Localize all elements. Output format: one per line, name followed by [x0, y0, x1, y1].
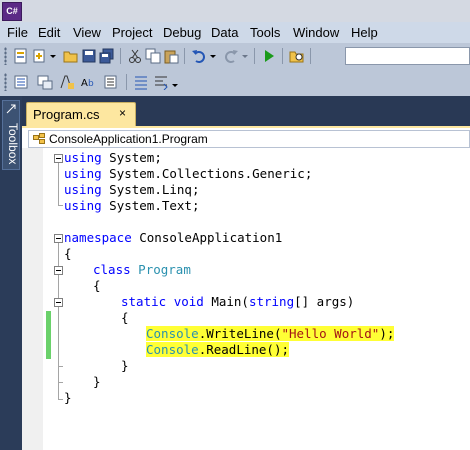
code-line: static void Main(string[] args) — [121, 294, 355, 309]
tab-program-cs[interactable]: Program.cs × — [26, 102, 136, 126]
toolbox-strip: Toolbox — [0, 96, 22, 450]
undo-dropdown-icon[interactable] — [208, 47, 218, 65]
code-line: class Program — [93, 262, 191, 277]
code-line: using System.Collections.Generic; — [64, 166, 313, 181]
save-all-icon[interactable] — [98, 47, 116, 65]
display-object-member-list-icon[interactable] — [12, 73, 30, 91]
collapse-icon[interactable] — [54, 234, 63, 243]
tab-label: Program.cs — [33, 107, 100, 122]
svg-text:b: b — [88, 79, 94, 89]
code-line: Console.WriteLine("Hello World"); — [146, 326, 395, 341]
toolbar-grip[interactable] — [4, 73, 7, 91]
toolbar-separator — [282, 48, 283, 64]
toolbar-separator — [254, 48, 255, 64]
outline-end — [58, 399, 63, 400]
menu-view[interactable]: View — [73, 25, 101, 40]
solution-configuration-combo[interactable] — [345, 47, 470, 65]
redo-icon[interactable] — [222, 47, 240, 65]
collapse-icon[interactable] — [54, 154, 63, 163]
code-line: { — [121, 310, 129, 325]
menu-help[interactable]: Help — [351, 25, 378, 40]
code-line: } — [121, 358, 129, 373]
toolbar-separator — [184, 48, 185, 64]
outline-line — [58, 163, 59, 205]
code-editor[interactable]: ConsoleApplication1.Program using System… — [22, 126, 470, 450]
menu-file[interactable]: File — [7, 25, 28, 40]
display-word-completion-icon[interactable] — [102, 73, 120, 91]
toolbox-label: Toolbox — [6, 123, 20, 165]
toolbar-separator — [126, 74, 127, 90]
standard-toolbar — [0, 43, 470, 69]
code-line: } — [64, 390, 72, 405]
types-combo-value: ConsoleApplication1.Program — [49, 132, 208, 146]
start-debug-icon[interactable] — [260, 47, 278, 65]
code-line: using System.Text; — [64, 198, 200, 213]
toolbar-separator — [120, 48, 121, 64]
svg-text:A: A — [81, 78, 88, 89]
class-icon — [33, 133, 45, 144]
code-line: } — [93, 374, 101, 389]
quick-info-icon[interactable] — [58, 73, 76, 91]
code-line: namespace ConsoleApplication1 — [64, 230, 283, 245]
menu-bar: File Edit View Project Debug Data Tools … — [0, 22, 470, 43]
paste-icon[interactable] — [162, 47, 180, 65]
uncomment-lines-icon[interactable] — [152, 73, 170, 91]
collapse-icon[interactable] — [54, 298, 63, 307]
menu-data[interactable]: Data — [211, 25, 238, 40]
outline-end — [58, 205, 63, 206]
toolbar-grip[interactable] — [4, 47, 7, 65]
menu-window[interactable]: Window — [293, 25, 339, 40]
indicator-margin[interactable] — [22, 148, 43, 450]
save-icon[interactable] — [80, 47, 98, 65]
menu-project[interactable]: Project — [112, 25, 152, 40]
code-line: { — [93, 278, 101, 293]
menu-debug[interactable]: Debug — [163, 25, 201, 40]
new-project-icon[interactable] — [12, 47, 30, 65]
text-editor-toolbar: Ab — [0, 69, 470, 96]
comment-lines-icon[interactable] — [132, 73, 150, 91]
parameter-info-icon[interactable] — [36, 73, 54, 91]
app-icon: C# — [2, 2, 22, 21]
toolbar-separator — [310, 48, 311, 64]
add-item-dropdown-icon[interactable] — [48, 47, 58, 65]
changed-line-marker — [46, 311, 51, 359]
toolbox-tab[interactable]: Toolbox — [2, 100, 20, 170]
add-item-icon[interactable] — [30, 47, 48, 65]
undo-icon[interactable] — [190, 47, 208, 65]
outline-end — [58, 366, 63, 367]
menu-edit[interactable]: Edit — [38, 25, 60, 40]
code-line: Console.ReadLine(); — [146, 342, 289, 357]
outline-end — [58, 382, 63, 383]
code-line: using System; — [64, 150, 162, 165]
collapse-icon[interactable] — [54, 266, 63, 275]
document-tab-row: Program.cs × — [22, 96, 470, 126]
toolbox-icon — [6, 104, 16, 114]
title-bar: C# — [0, 0, 470, 22]
copy-icon[interactable] — [144, 47, 162, 65]
complete-word-icon[interactable]: Ab — [80, 73, 98, 91]
types-navigation-combo[interactable]: ConsoleApplication1.Program — [28, 130, 470, 148]
find-icon[interactable] — [288, 47, 306, 65]
close-icon[interactable]: × — [119, 106, 126, 120]
open-icon[interactable] — [62, 47, 80, 65]
code-line: { — [64, 246, 72, 261]
cut-icon[interactable] — [126, 47, 144, 65]
menu-tools[interactable]: Tools — [250, 25, 280, 40]
code-line: using System.Linq; — [64, 182, 200, 197]
toolbar-overflow-icon[interactable] — [170, 73, 180, 91]
redo-dropdown-icon[interactable] — [240, 47, 250, 65]
